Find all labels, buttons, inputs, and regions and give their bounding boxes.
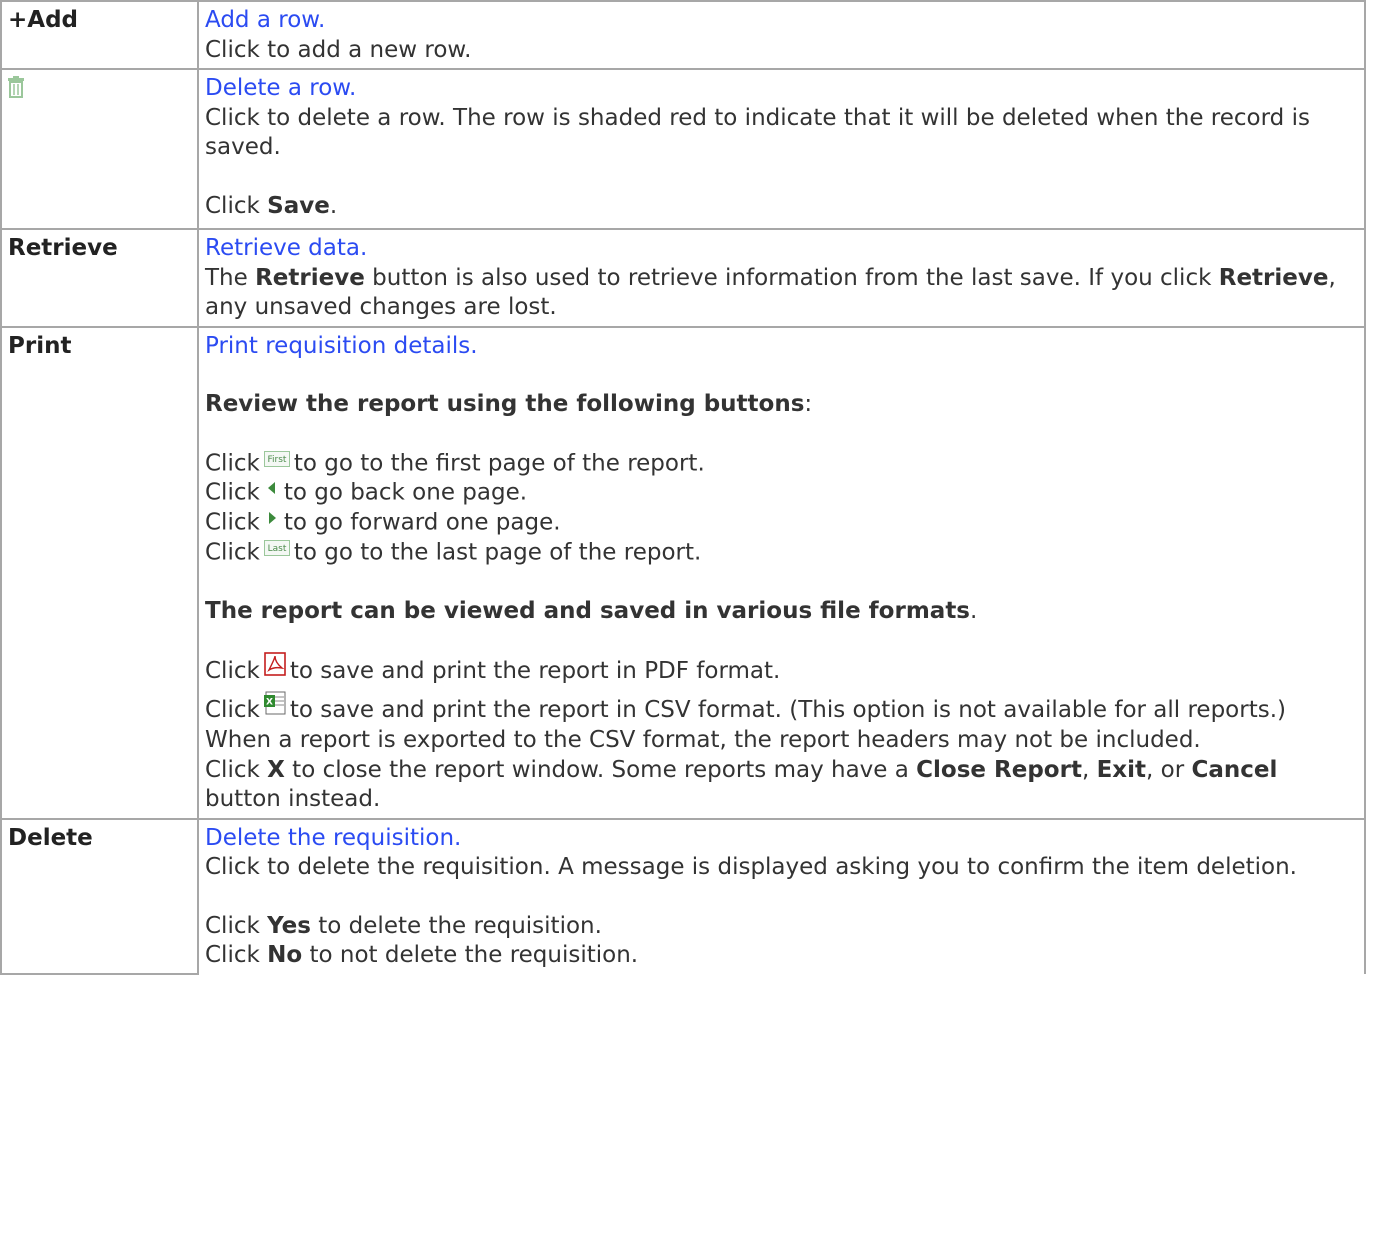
- description-cell: Retrieve data. The Retrieve button is al…: [197, 228, 1366, 328]
- description-text: Click Save.: [205, 192, 338, 219]
- button-name-cell: [0, 68, 199, 230]
- first-page-icon: First: [263, 446, 290, 476]
- buttons-table: +Add Add a row. Click to add a new row. …: [0, 0, 1366, 975]
- nav-next-line: Click to go forward one page.: [205, 508, 1358, 538]
- nav-last-line: Click Last to go to the last page of the r…: [205, 538, 1358, 568]
- button-name-cell: +Add: [0, 0, 199, 70]
- svg-text:X: X: [266, 697, 273, 707]
- section-heading: The report can be viewed and saved in va…: [205, 597, 978, 624]
- nav-prev-line: Click to go back one page.: [205, 478, 1358, 508]
- next-page-icon: [264, 505, 280, 535]
- description-cell: Delete a row. Click to delete a row. The…: [197, 68, 1366, 230]
- description-cell: Add a row. Click to add a new row.: [197, 0, 1366, 70]
- table-row: Delete Delete the requisition. Click to …: [0, 817, 1366, 975]
- description-text: Click to delete a row. The row is shaded…: [205, 104, 1310, 161]
- table-row: +Add Add a row. Click to add a new row.: [0, 0, 1366, 70]
- csv-excel-icon: X: [263, 691, 286, 724]
- nav-first-line: Click First to go to the first page of the…: [205, 449, 1358, 479]
- description-text: Click to add a new row.: [205, 36, 472, 63]
- svg-text:Last: Last: [267, 544, 286, 554]
- table-row: Delete a row. Click to delete a row. The…: [0, 68, 1366, 230]
- table-row: Print Print requisition details. Review …: [0, 325, 1366, 820]
- button-name-cell: Delete: [0, 817, 199, 975]
- csv-line: Click Xto save and print the report in CS…: [205, 691, 1358, 756]
- pdf-line: Click to save and print the report in PDF…: [205, 652, 1358, 688]
- description-text: The Retrieve button is also used to retr…: [205, 264, 1336, 321]
- add-button-label: +Add: [8, 7, 78, 33]
- table-row: Retrieve Retrieve data. The Retrieve but…: [0, 228, 1366, 328]
- svg-text:First: First: [267, 455, 286, 465]
- description-text: Click Yes to delete the requisition.: [205, 912, 602, 939]
- print-requisition-link[interactable]: Print requisition details.: [205, 333, 478, 359]
- delete-row-link[interactable]: Delete a row.: [205, 75, 356, 101]
- add-row-link[interactable]: Add a row.: [205, 7, 325, 33]
- description-text: Click No to not delete the requisition.: [205, 942, 639, 968]
- last-page-icon: Last: [263, 535, 290, 565]
- close-report-line: Click X to close the report window. Some…: [205, 756, 1278, 813]
- previous-page-icon: [264, 475, 280, 505]
- description-cell: Print requisition details. Review the re…: [197, 325, 1366, 820]
- description-text: Click to delete the requisition. A messa…: [205, 854, 1297, 880]
- print-button-label: Print: [8, 332, 72, 359]
- description-cell: Delete the requisition. Click to delete …: [197, 817, 1366, 974]
- pdf-icon: [264, 652, 286, 685]
- button-name-cell: Print: [0, 325, 199, 820]
- delete-requisition-link[interactable]: Delete the requisition.: [205, 825, 461, 851]
- retrieve-data-link[interactable]: Retrieve data.: [205, 235, 367, 261]
- button-name-cell: Retrieve: [0, 228, 199, 328]
- retrieve-button-label: Retrieve: [8, 235, 118, 261]
- delete-button-label: Delete: [8, 824, 93, 851]
- section-heading: Review the report using the following bu…: [205, 391, 813, 417]
- trash-icon: [8, 76, 24, 98]
